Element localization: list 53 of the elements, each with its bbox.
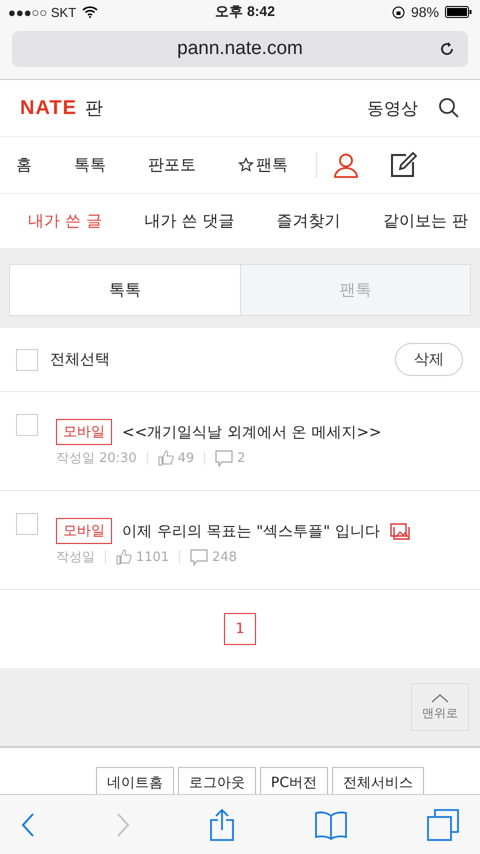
user-icon[interactable]: [333, 152, 359, 178]
post-date: 작성일 20:30: [56, 450, 137, 467]
clock-time: 오후 8:42: [214, 3, 276, 21]
battery-icon: [445, 6, 472, 18]
page-number[interactable]: 1: [224, 613, 256, 645]
battery-percent: 98%: [410, 4, 439, 20]
like-count: 49: [178, 450, 194, 466]
post-title[interactable]: 이제 우리의 목표는 "섹스투플" 입니다: [122, 522, 380, 540]
segment-tab[interactable]: 톡톡: [10, 265, 240, 315]
nav-link[interactable]: 톡톡: [74, 154, 106, 176]
nav-link[interactable]: 판포토: [148, 154, 196, 176]
edit-icon[interactable]: [389, 151, 417, 179]
post-date: 작성일: [56, 549, 95, 566]
select-all-label[interactable]: 전체선택: [50, 350, 110, 369]
thumbs-up-icon: [116, 549, 132, 565]
search-icon[interactable]: [438, 97, 460, 119]
footer-link[interactable]: PC버전: [260, 767, 328, 794]
checkbox[interactable]: [16, 414, 38, 436]
comment-icon: [190, 548, 208, 566]
sub-tab[interactable]: 내가 쓴 글: [28, 210, 102, 232]
share-icon[interactable]: [209, 808, 235, 842]
sub-tab[interactable]: 내가 쓴 댓글: [144, 210, 235, 232]
post-title[interactable]: <<개기일식날 외계에서 온 메세지>>: [122, 422, 382, 442]
footer-link[interactable]: 로그아웃: [178, 767, 256, 794]
comment-count: 2: [237, 450, 246, 466]
like-count: 1101: [136, 550, 170, 564]
nav-link[interactable]: 팬톡: [238, 154, 288, 176]
thumbs-up-icon: [158, 450, 174, 466]
category-tag: 모바일: [56, 518, 112, 544]
chevron-up-icon: [431, 692, 449, 702]
nate-logo[interactable]: NATE: [20, 96, 77, 120]
site-title: 판: [84, 97, 103, 120]
nav-link[interactable]: 홈: [16, 154, 32, 176]
comment-count: 248: [212, 550, 237, 564]
comment-icon: [215, 450, 234, 466]
sub-tab[interactable]: 같이보는 판: [382, 210, 468, 232]
rotation-lock-icon: [392, 6, 405, 18]
footer-link[interactable]: 네이트홈: [96, 767, 174, 794]
address-bar[interactable]: pann.nate.com: [12, 31, 468, 67]
video-link[interactable]: 동영상: [367, 96, 418, 120]
checkbox[interactable]: [16, 513, 38, 535]
reload-icon: [438, 40, 456, 58]
delete-button[interactable]: 삭제: [395, 343, 463, 376]
carrier-signal: ●●●○○ SKT: [8, 4, 76, 20]
back-to-top-button[interactable]: 맨위로: [411, 683, 469, 731]
checkbox[interactable]: [16, 348, 38, 370]
tabs-icon[interactable]: [426, 808, 460, 842]
back-icon[interactable]: [20, 812, 36, 838]
sub-tab[interactable]: 즐겨찾기: [276, 210, 341, 232]
category-tag: 모바일: [56, 419, 112, 445]
footer-link[interactable]: 전체서비스: [332, 767, 424, 794]
bookmarks-icon[interactable]: [314, 810, 348, 840]
wifi-icon: [82, 6, 98, 18]
